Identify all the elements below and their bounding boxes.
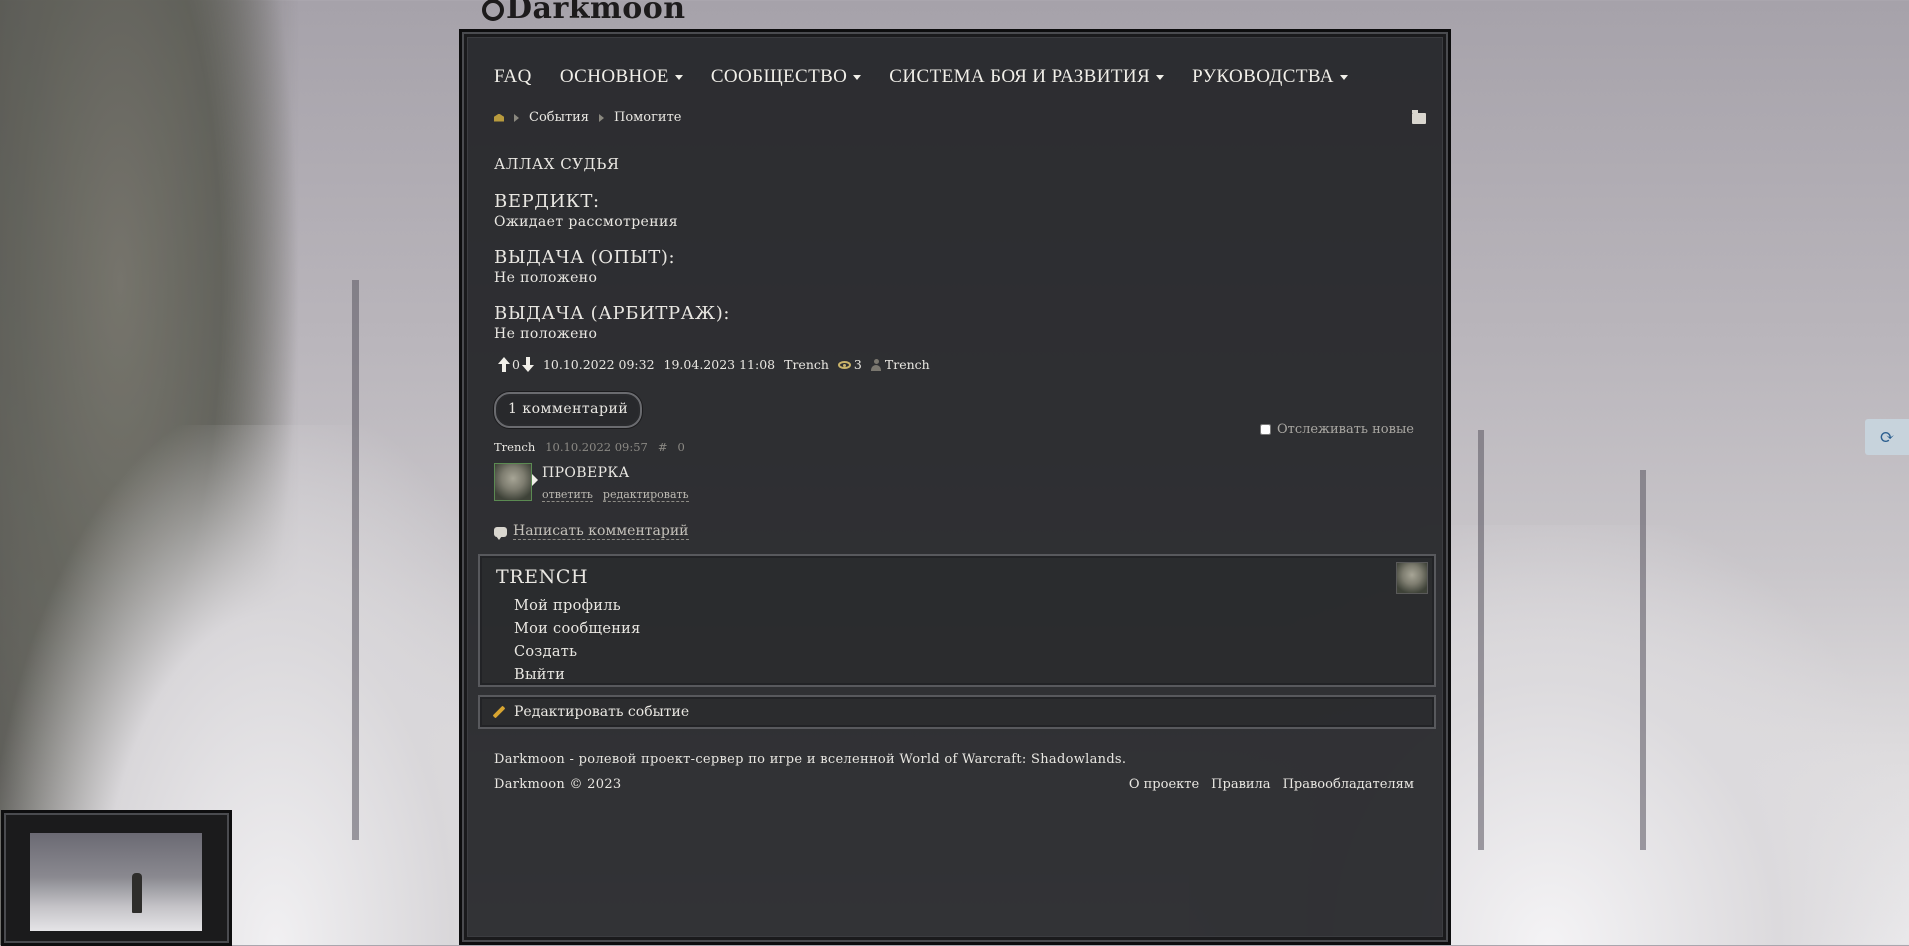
- mini-preview-window[interactable]: [1, 810, 232, 946]
- arbitrage-label: Выдача (Арбитраж):: [494, 303, 731, 324]
- pencil-icon: [492, 705, 506, 719]
- track-new-checkbox[interactable]: [1259, 424, 1271, 435]
- rating-value: 0: [512, 357, 520, 372]
- nav-item-faq[interactable]: FAQ: [494, 66, 532, 96]
- event-title: аллах судья: [494, 155, 620, 173]
- comment-date: 10.10.2022 09:57: [545, 440, 648, 454]
- caret-down-icon: [1339, 75, 1348, 81]
- comment-author[interactable]: Trench: [494, 440, 535, 454]
- site-logo[interactable]: Darkmoon: [482, 0, 686, 26]
- mini-preview-figure: [132, 873, 142, 913]
- comment-rating: 0: [677, 440, 685, 454]
- author-link[interactable]: Trench: [784, 357, 829, 372]
- exp-label: Выдача (Опыт):: [494, 247, 676, 268]
- comment-avatar[interactable]: [494, 463, 532, 501]
- background-tree: [352, 280, 359, 840]
- user-icon: [870, 358, 881, 371]
- footer-copyright: Darkmoon © 2023: [494, 777, 622, 792]
- breadcrumb-separator-icon: [599, 113, 605, 122]
- my-messages-link[interactable]: Мои сообщения: [514, 621, 641, 637]
- vote-up-icon[interactable]: [498, 357, 510, 372]
- vote-down-icon[interactable]: [521, 357, 534, 372]
- nav-item-main[interactable]: ОСНОВНОЕ: [560, 66, 683, 96]
- user-box-name[interactable]: Trench: [496, 566, 588, 588]
- comments-count-button[interactable]: 1 комментарий: [494, 392, 643, 428]
- breadcrumb-events[interactable]: События: [529, 110, 589, 125]
- comment-text: Проверка: [542, 465, 630, 481]
- edit-event-label: Редактировать событие: [514, 704, 690, 720]
- caret-down-icon: [674, 75, 683, 81]
- background-tree: [1478, 430, 1484, 850]
- verdict-label: Вердикт:: [494, 191, 600, 212]
- background-tree: [1640, 470, 1646, 850]
- edit-comment-link[interactable]: редактировать: [602, 488, 689, 502]
- footer-description: Darkmoon - ролевой проект-сервер по игре…: [494, 752, 1127, 767]
- event-meta: 0 10.10.2022 09:32 19.04.2023 11:08 Tren…: [498, 357, 930, 372]
- home-icon[interactable]: [494, 113, 504, 122]
- caret-down-icon: [853, 75, 862, 81]
- write-comment-link[interactable]: Написать комментарий: [494, 523, 689, 540]
- main-nav: FAQ ОСНОВНОЕ СООБЩЕСТВО СИСТЕМА БОЯ И РА…: [494, 66, 1348, 96]
- eye-icon: [837, 360, 851, 369]
- caret-down-icon: [1156, 75, 1165, 81]
- footer-link-copyright-holders[interactable]: Правообладателям: [1283, 777, 1414, 792]
- main-panel: FAQ ОСНОВНОЕ СООБЩЕСТВО СИСТЕМА БОЯ И РА…: [459, 29, 1451, 945]
- comment-anchor[interactable]: #: [658, 440, 668, 454]
- caret-right-icon: [532, 474, 538, 486]
- updated-date: 19.04.2023 11:08: [663, 357, 776, 372]
- nav-item-guides[interactable]: РУКОВОДСТВА: [1192, 66, 1348, 96]
- user-box-avatar[interactable]: [1396, 562, 1428, 594]
- editor-link[interactable]: Trench: [885, 357, 930, 372]
- created-date: 10.10.2022 09:32: [542, 357, 655, 372]
- breadcrumb: События Помогите: [494, 110, 681, 125]
- edit-event-button[interactable]: Редактировать событие: [478, 695, 1436, 729]
- refresh-icon[interactable]: ⟳: [1865, 419, 1909, 455]
- arbitrage-value: Не положено: [494, 326, 598, 342]
- footer-link-rules[interactable]: Правила: [1211, 777, 1270, 792]
- exp-value: Не положено: [494, 270, 598, 286]
- panel-content: FAQ ОСНОВНОЕ СООБЩЕСТВО СИСТЕМА БОЯ И РА…: [478, 40, 1436, 942]
- create-link[interactable]: Создать: [514, 644, 577, 660]
- my-profile-link[interactable]: Мой профиль: [514, 598, 621, 614]
- folder-icon[interactable]: [1412, 110, 1426, 124]
- nav-item-community[interactable]: СООБЩЕСТВО: [711, 66, 862, 96]
- breadcrumb-separator-icon: [514, 113, 519, 122]
- nav-item-combat-system[interactable]: СИСТЕМА БОЯ И РАЗВИТИЯ: [889, 66, 1165, 96]
- views-value: 3: [853, 357, 862, 372]
- user-box: Trench Мой профиль Мои сообщения Создать…: [478, 554, 1436, 687]
- verdict-value: Ожидает рассмотрения: [494, 214, 678, 230]
- comment-header: Trench 10.10.2022 09:57 # 0: [494, 440, 685, 454]
- write-comment-label: Написать комментарий: [513, 523, 689, 540]
- logout-link[interactable]: Выйти: [514, 667, 565, 683]
- breadcrumb-current[interactable]: Помогите: [614, 110, 681, 125]
- track-new-label: Отслеживать новые: [1276, 422, 1414, 437]
- rating-widget: 0: [498, 357, 534, 372]
- footer-links: О проекте Правила Правообладателям: [1129, 777, 1414, 792]
- mini-preview-image: [30, 833, 202, 931]
- reply-link[interactable]: ответить: [542, 488, 593, 502]
- footer-link-about[interactable]: О проекте: [1129, 777, 1199, 792]
- views-counter: 3: [837, 357, 862, 372]
- comment-actions: ответить редактировать: [542, 488, 689, 502]
- speech-bubble-icon: [494, 526, 507, 540]
- track-new-toggle[interactable]: Отслеживать новые: [1259, 422, 1414, 437]
